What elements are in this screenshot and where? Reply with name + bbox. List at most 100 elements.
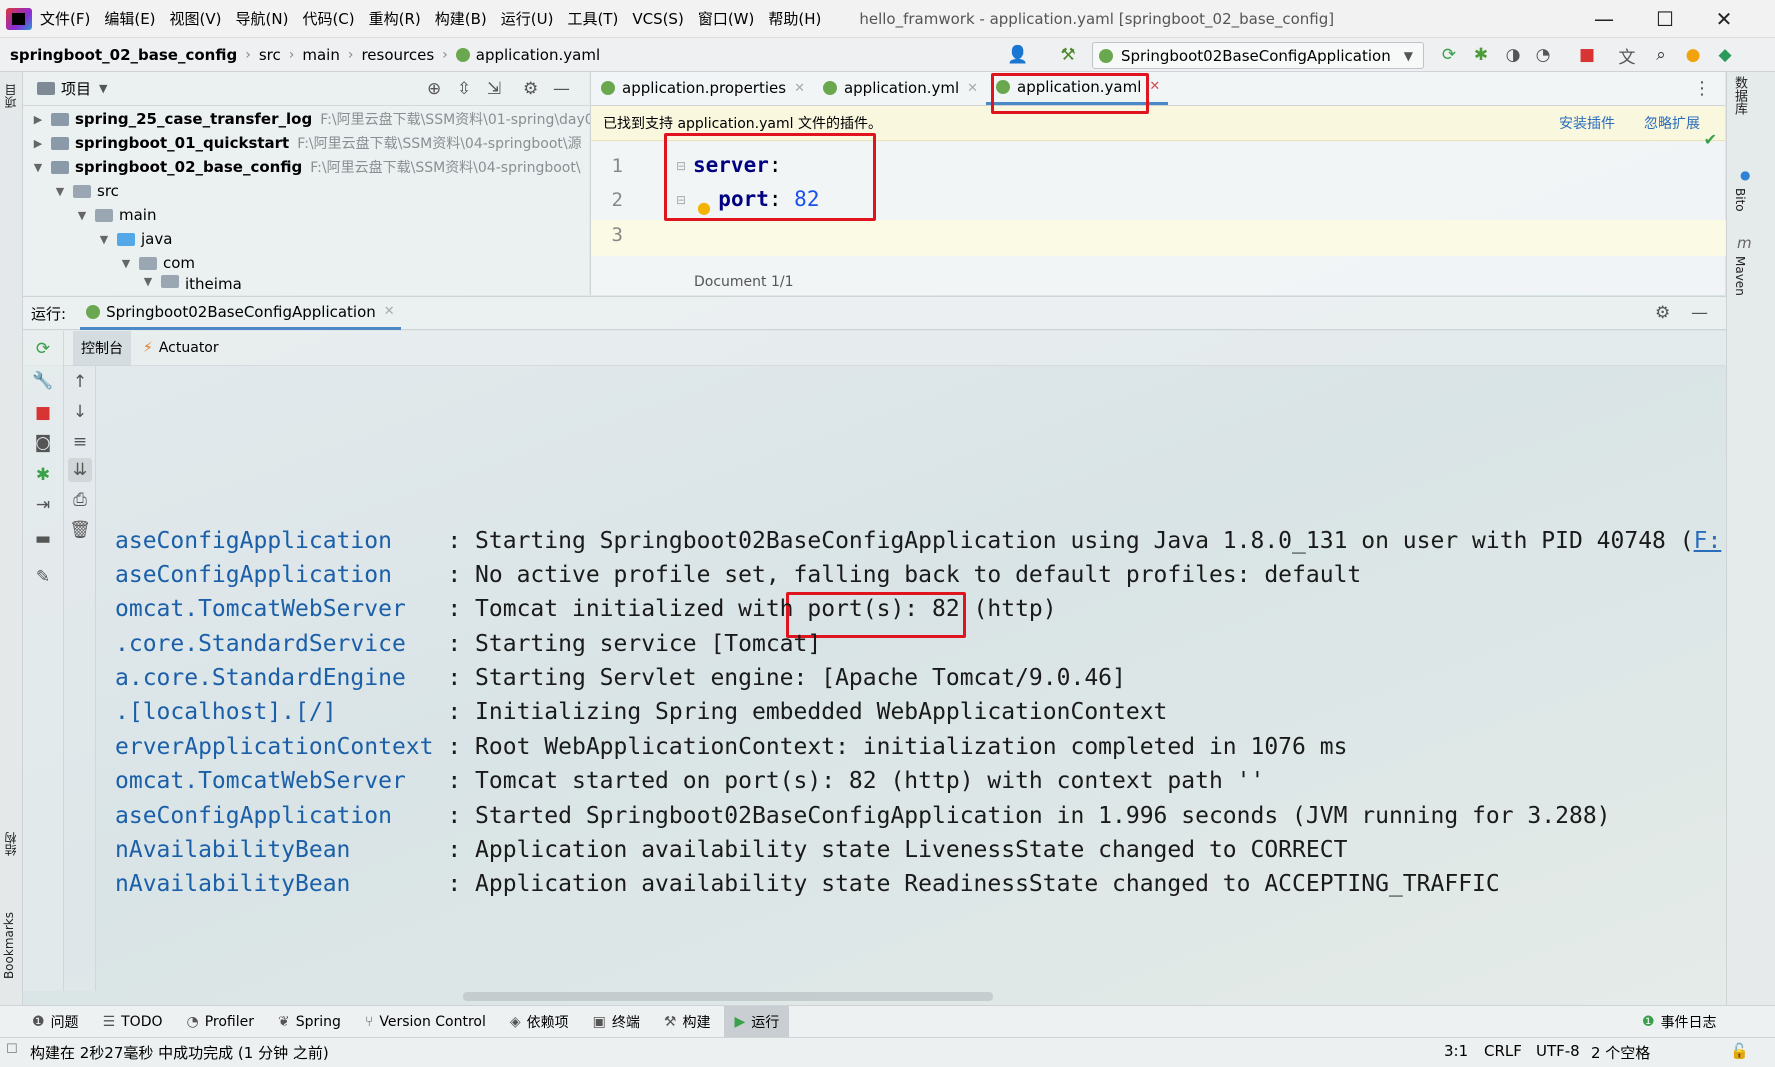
rerun-icon[interactable]: ⟳ — [1438, 44, 1460, 66]
tree-item[interactable]: ▼ java — [97, 227, 173, 251]
coverage-icon[interactable]: ◑ — [1502, 44, 1524, 66]
translate-icon[interactable]: 文 — [1616, 44, 1638, 68]
tree-item[interactable]: ▼ itheima — [141, 275, 242, 295]
run-configuration-select[interactable]: Springboot02BaseConfigApplication ▼ — [1092, 42, 1424, 69]
horizontal-scrollbar[interactable] — [463, 992, 993, 1001]
lock-icon[interactable]: 🔓 — [1730, 1042, 1749, 1060]
minimize-button[interactable]: — — [1575, 0, 1633, 38]
gear-icon[interactable]: ⚙ — [523, 79, 538, 99]
chevron-down-icon[interactable]: ▼ — [97, 233, 111, 246]
trash-icon[interactable]: 🗑 — [68, 518, 92, 542]
chevron-down-icon[interactable]: ▼ — [31, 161, 45, 174]
arrow-up-icon[interactable]: ↑ — [68, 370, 92, 394]
login-icon[interactable]: ⇥ — [31, 493, 55, 517]
close-icon[interactable]: ✕ — [967, 81, 978, 96]
indent-setting[interactable]: 2 个空格 — [1591, 1042, 1650, 1063]
structure-tool-label[interactable]: 结构 — [2, 832, 19, 856]
user-icon[interactable]: 👤 — [1007, 44, 1029, 66]
tab-application-properties[interactable]: application.properties ✕ — [591, 71, 813, 105]
tool-problems[interactable]: ❶ 问题 — [22, 1006, 89, 1038]
locate-icon[interactable]: ⊕ — [427, 79, 441, 99]
event-log-button[interactable]: ❶ 事件日志 — [1632, 1006, 1727, 1038]
close-window-button[interactable]: ✕ — [1695, 0, 1753, 38]
tool-todo[interactable]: ☰ TODO — [93, 1006, 173, 1038]
tool-build[interactable]: ⚒ 构建 — [654, 1006, 721, 1038]
breadcrumb-resources[interactable]: resources — [361, 46, 434, 64]
tree-item[interactable]: ▶ springboot_01_quickstart F:\阿里云盘下载\SSM资… — [31, 131, 582, 155]
project-tool-label[interactable]: 项目 — [2, 84, 19, 108]
maximize-button[interactable]: ☐ — [1636, 0, 1694, 38]
scroll-to-end-icon[interactable]: ⇊ — [68, 458, 92, 482]
print-icon[interactable]: ⎙ — [68, 488, 92, 512]
menu-file[interactable]: 文件(F) — [40, 8, 90, 29]
tree-item[interactable]: ▼ main — [75, 203, 157, 227]
chevron-down-icon[interactable]: ▼ — [99, 82, 107, 95]
project-panel-title[interactable]: 项目 — [61, 78, 91, 99]
update-icon[interactable]: ● — [1682, 44, 1704, 66]
chevron-right-icon[interactable]: ▶ — [31, 137, 45, 150]
menu-window[interactable]: 窗口(W) — [698, 8, 755, 29]
tab-console[interactable]: 控制台 — [73, 330, 131, 366]
tree-item[interactable]: ▼ src — [53, 179, 119, 203]
close-icon[interactable]: ✕ — [1149, 79, 1160, 94]
breadcrumb-project[interactable]: springboot_02_base_config — [10, 46, 237, 64]
tool-run[interactable]: ▶ 运行 — [724, 1005, 790, 1038]
menu-run[interactable]: 运行(U) — [501, 8, 554, 29]
hide-panel-icon[interactable]: — — [1691, 303, 1708, 323]
expand-all-icon[interactable]: ⇳ — [457, 79, 471, 99]
close-icon[interactable]: ✕ — [794, 81, 805, 96]
stop-icon[interactable]: ■ — [1576, 44, 1598, 66]
database-tool-label[interactable]: 数据库 — [1729, 76, 1749, 115]
maven-tool-label[interactable]: Maven — [1733, 256, 1747, 296]
menu-help[interactable]: 帮助(H) — [768, 8, 821, 29]
chevron-down-icon[interactable]: ▼ — [141, 275, 155, 288]
menu-vcs[interactable]: VCS(S) — [632, 10, 683, 28]
debug-icon[interactable]: ✱ — [1470, 44, 1492, 66]
status-toggle-icon[interactable]: ☐ — [6, 1042, 18, 1057]
pin-icon[interactable]: ✎ — [31, 565, 55, 589]
profiler-icon[interactable]: ◔ — [1532, 44, 1554, 66]
layout-icon[interactable]: ▬ — [31, 527, 55, 551]
collapse-all-icon[interactable]: ⇲ — [487, 79, 501, 99]
stop-icon[interactable]: ■ — [31, 401, 55, 425]
rerun-icon[interactable]: ⟳ — [31, 337, 55, 361]
soft-wrap-icon[interactable]: ≡ — [68, 430, 92, 454]
run-tab[interactable]: Springboot02BaseConfigApplication ✕ — [80, 296, 401, 330]
file-encoding[interactable]: UTF-8 — [1536, 1042, 1580, 1060]
tool-dependencies[interactable]: ◈ 依赖项 — [500, 1006, 579, 1038]
install-plugin-link[interactable]: 安装插件 — [1559, 113, 1615, 133]
tab-actuator[interactable]: ⚡ Actuator — [143, 340, 219, 356]
breadcrumb-main[interactable]: main — [302, 46, 339, 64]
tool-terminal[interactable]: ▣ 终端 — [583, 1006, 650, 1038]
caret-position[interactable]: 3:1 — [1444, 1042, 1468, 1060]
file-link[interactable]: F: — [1694, 528, 1722, 554]
tool-version-control[interactable]: ⑂ Version Control — [355, 1006, 496, 1038]
chevron-down-icon[interactable]: ▼ — [75, 209, 89, 222]
tree-item[interactable]: ▼ springboot_02_base_config F:\阿里云盘下载\SSM… — [31, 155, 581, 179]
hide-panel-icon[interactable]: — — [553, 79, 570, 99]
menu-edit[interactable]: 编辑(E) — [104, 8, 155, 29]
breadcrumb-src[interactable]: src — [259, 46, 281, 64]
chevron-right-icon[interactable]: ▶ — [31, 113, 45, 126]
menu-view[interactable]: 视图(V) — [170, 8, 222, 29]
close-icon[interactable]: ✕ — [384, 304, 395, 319]
chevron-down-icon[interactable]: ▼ — [53, 185, 67, 198]
menu-navigate[interactable]: 导航(N) — [236, 8, 289, 29]
menu-build[interactable]: 构建(B) — [435, 8, 487, 29]
tool-spring[interactable]: ❦ Spring — [268, 1006, 351, 1038]
console-output[interactable]: aseConfigApplication : Starting Springbo… — [96, 366, 1726, 986]
menu-code[interactable]: 代码(C) — [302, 8, 354, 29]
gear-icon[interactable]: ⚙ — [1655, 303, 1670, 323]
bito-tool-label[interactable]: Bito — [1733, 188, 1747, 212]
arrow-down-icon[interactable]: ↓ — [68, 400, 92, 424]
breadcrumb-file[interactable]: application.yaml — [476, 46, 600, 64]
tab-application-yml[interactable]: application.yml ✕ — [813, 71, 986, 105]
camera-icon[interactable]: ◙ — [31, 431, 55, 455]
ignore-extension-link[interactable]: 忽略扩展 — [1644, 113, 1700, 133]
tree-item[interactable]: ▶ spring_25_case_transfer_log F:\阿里云盘下载\S… — [31, 107, 594, 131]
more-icon[interactable]: ⋮ — [1693, 78, 1711, 99]
plugin-icon[interactable]: ◆ — [1714, 44, 1736, 66]
chevron-down-icon[interactable]: ▼ — [119, 257, 133, 270]
search-icon[interactable]: ⌕ — [1650, 44, 1672, 66]
wrench-icon[interactable]: 🔧 — [31, 369, 55, 393]
